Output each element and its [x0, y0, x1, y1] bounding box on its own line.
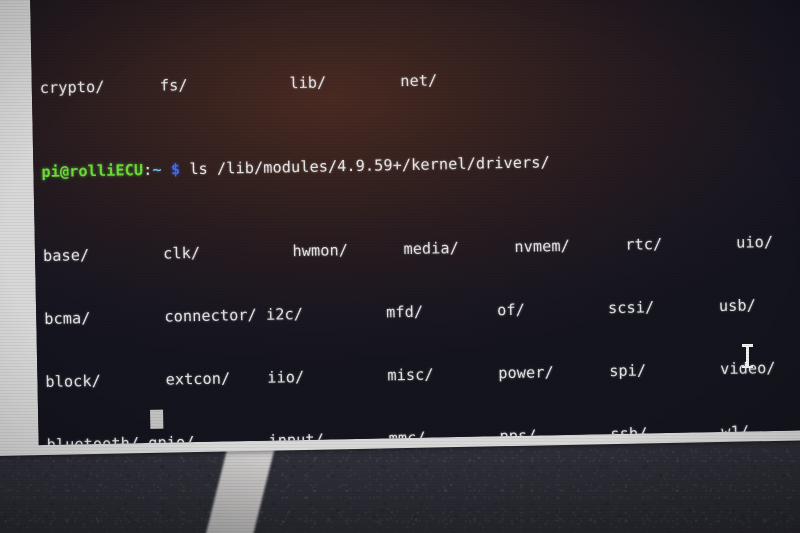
monitor: crypto/ fs/ lib/ net/ pi@rolliECU:~ $ ls… — [0, 0, 800, 456]
line-text: bcma/ connector/ i2c/ mfd/ of/ scsi/ usb… — [44, 296, 757, 328]
prompt-user-host: pi@rolliECU — [41, 161, 144, 181]
prompt-colon: : — [142, 160, 153, 180]
terminal-window[interactable]: crypto/ fs/ lib/ net/ pi@rolliECU:~ $ ls… — [29, 0, 800, 446]
terminal-line: bcma/ connector/ i2c/ mfd/ of/ scsi/ usb… — [44, 294, 800, 330]
terminal-line: crypto/ fs/ lib/ net/ — [40, 63, 800, 99]
terminal-line: base/ clk/ hwmon/ media/ nvmem/ rtc/ uio… — [43, 231, 800, 267]
terminal-text-cursor — [150, 409, 164, 429]
command-text: ls /lib/modules/4.9.59+/kernel/drivers/ — [189, 153, 550, 179]
terminal-line: block/ extcon/ iio/ misc/ power/ spi/ vi… — [45, 357, 800, 393]
terminal-prompt-line: pi@rolliECU:~ $ ls /lib/modules/4.9.59+/… — [41, 147, 800, 183]
prompt-dollar: $ — [170, 160, 181, 179]
screenshot-root: crypto/ fs/ lib/ net/ pi@rolliECU:~ $ ls… — [0, 0, 800, 533]
line-text: block/ extcon/ iio/ misc/ power/ spi/ vi… — [45, 358, 776, 391]
terminal-output[interactable]: crypto/ fs/ lib/ net/ pi@rolliECU:~ $ ls… — [38, 0, 800, 445]
prompt-command — [180, 160, 190, 178]
line-text: crypto/ fs/ lib/ net/ — [39, 71, 438, 97]
line-text: base/ clk/ hwmon/ media/ nvmem/ rtc/ uio… — [42, 232, 774, 265]
